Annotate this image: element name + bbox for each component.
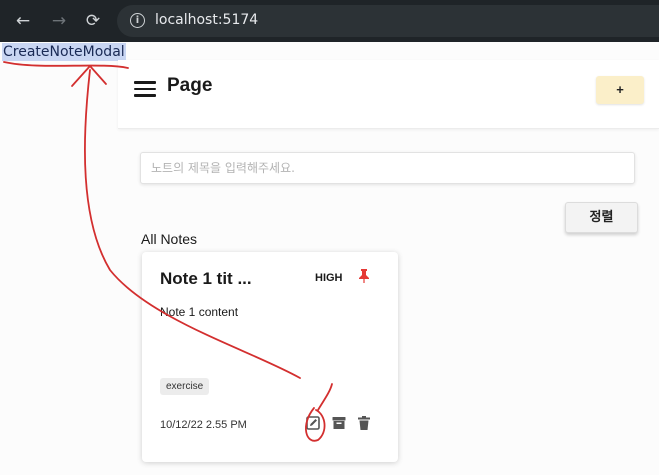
note-content: Note 1 content (160, 305, 239, 319)
all-notes-heading: All Notes (141, 231, 198, 247)
page-header: Page + (118, 60, 659, 129)
note-card[interactable]: Note 1 tit ... HIGH Note 1 content exerc… (142, 252, 398, 462)
add-note-button[interactable]: + (596, 76, 644, 104)
selected-text-highlight: CreateNoteModal (2, 43, 126, 61)
edit-icon[interactable] (306, 416, 320, 430)
browser-toolbar: ← → ⟳ i localhost:5174 (0, 0, 659, 42)
back-icon[interactable]: ← (12, 10, 34, 32)
site-info-icon[interactable]: i (130, 13, 145, 28)
archive-icon[interactable] (332, 416, 346, 430)
address-bar[interactable]: i localhost:5174 (117, 5, 659, 37)
reload-icon[interactable]: ⟳ (82, 10, 104, 32)
forward-icon[interactable]: → (48, 10, 70, 32)
hamburger-menu-icon[interactable] (134, 81, 156, 97)
priority-badge: HIGH (315, 272, 343, 284)
note-title: Note 1 tit ... (160, 269, 252, 288)
trash-icon[interactable] (357, 416, 371, 430)
url-text[interactable]: localhost:5174 (155, 12, 258, 28)
sort-button[interactable]: 정렬 (565, 202, 638, 233)
page-title: Page (167, 75, 213, 96)
note-title-search-input[interactable] (140, 152, 635, 184)
tag-chip[interactable]: exercise (160, 378, 210, 395)
pin-icon[interactable] (358, 268, 370, 284)
note-date: 10/12/22 2.55 PM (160, 419, 247, 431)
